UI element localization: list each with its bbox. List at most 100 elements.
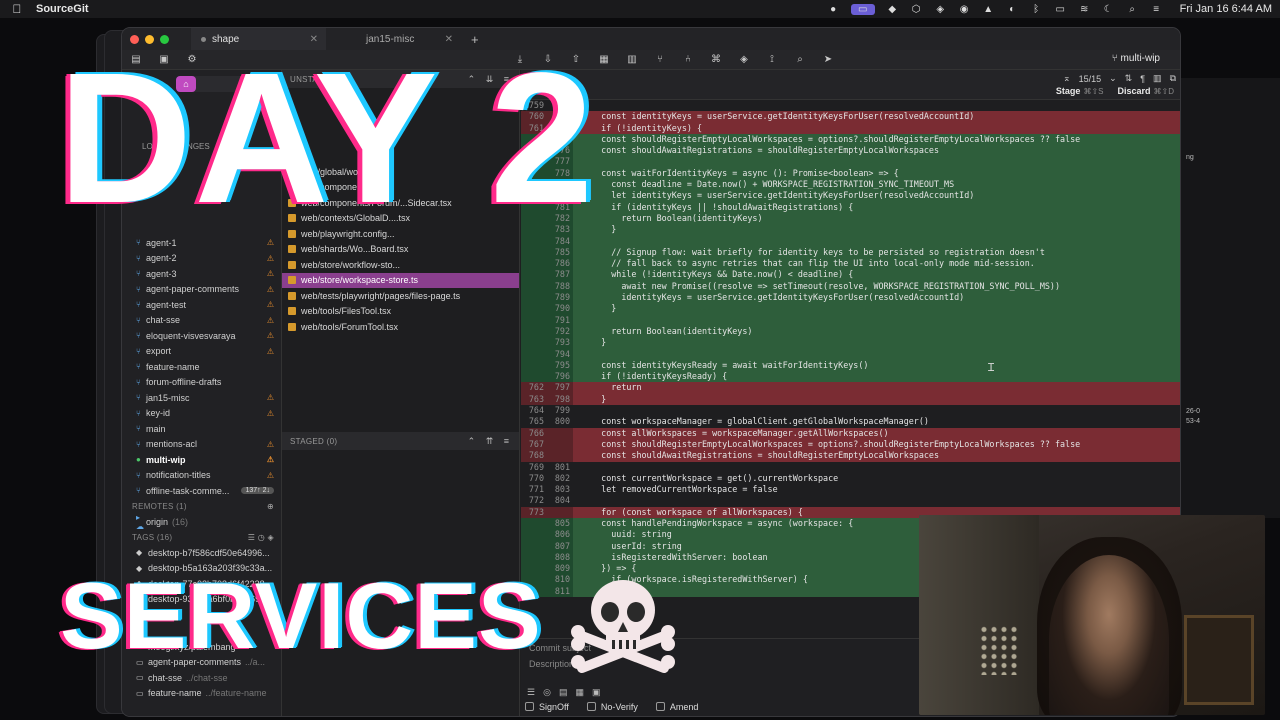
- diff-line[interactable]: 775 const shouldRegisterEmptyLocalWorksp…: [521, 133, 1180, 146]
- stage-hunk-button[interactable]: Stage ⌘⇧S: [1056, 86, 1104, 96]
- diff-line[interactable]: 770 802 const currentWorkspace = get().cu…: [521, 473, 1180, 484]
- branch-item[interactable]: ⑂ chat-sse ⚠: [122, 313, 282, 329]
- tag-controls-icon[interactable]: ☰ ◷ ◈: [248, 533, 274, 542]
- control-center-icon[interactable]: ≡: [1150, 4, 1163, 15]
- sync-scroll-icon[interactable]: ⇅: [1125, 73, 1133, 84]
- diff-line[interactable]: 794: [521, 348, 1180, 360]
- branch-item[interactable]: ● multi-wip ⚠: [122, 452, 282, 468]
- stash-icon[interactable]: ▦: [598, 54, 610, 66]
- diff-line[interactable]: 767 const shouldRegisterEmptyLocalWorksp…: [521, 438, 1180, 451]
- diff-line[interactable]: 793 }: [521, 337, 1180, 349]
- branch-item[interactable]: ⑂ agent-test ⚠: [122, 297, 282, 313]
- status-icon[interactable]: ▲: [982, 4, 995, 15]
- diff-line[interactable]: 780 let identityKeys = userService.getId…: [521, 190, 1180, 202]
- branch-item[interactable]: ⑂ key-id ⚠: [122, 406, 282, 422]
- diff-line[interactable]: 788 await new Promise((resolve => setTim…: [521, 280, 1180, 293]
- diff-line[interactable]: 759: [521, 100, 1180, 111]
- status-icon[interactable]: ●: [827, 4, 840, 15]
- apple-icon[interactable]: : [8, 2, 26, 16]
- search-icon[interactable]: ⌕: [1126, 4, 1139, 15]
- branch-item[interactable]: ⑂ offline-task-comme... 137↑ 2↓: [122, 483, 282, 499]
- file-item[interactable]: web/tests/playwright/pages/files-page.ts: [282, 288, 519, 304]
- status-icon[interactable]: ◆: [886, 4, 899, 15]
- file-item[interactable]: web/tools/FilesTool.tsx: [282, 304, 519, 320]
- diff-line[interactable]: 766 const allWorkspaces = workspaceManag…: [521, 427, 1180, 439]
- tag-item[interactable]: ◆ desktop-b7f586cdf50e64996...: [122, 545, 282, 561]
- remote-item[interactable]: ▸☁ origin (16): [122, 513, 282, 531]
- battery-icon[interactable]: ▭: [1054, 4, 1067, 15]
- branch-item[interactable]: ⑂ forum-offline-drafts: [122, 375, 282, 391]
- history-icon[interactable]: ▦: [575, 687, 584, 698]
- screen-share-icon[interactable]: ▭: [850, 3, 875, 15]
- bluetooth-icon[interactable]: ᛒ: [1030, 4, 1043, 15]
- diff-line[interactable]: 772 804: [521, 495, 1180, 506]
- branch-item[interactable]: ⑂ jan15-misc ⚠: [122, 390, 282, 406]
- amend-checkbox[interactable]: Amend: [655, 702, 698, 712]
- file-item[interactable]: web/store/workflow-sto...: [282, 257, 519, 273]
- branch-item[interactable]: ⑂ main: [122, 421, 282, 437]
- side-by-side-icon[interactable]: ▥: [1153, 73, 1162, 84]
- branch-item[interactable]: ⑂ agent-3 ⚠: [122, 266, 282, 282]
- diff-line[interactable]: 790 }: [521, 303, 1180, 315]
- template-icon[interactable]: ▤: [559, 687, 568, 698]
- remotes-header[interactable]: REMOTES (1) ⊕: [122, 499, 282, 515]
- status-icon[interactable]: ◉: [958, 4, 971, 15]
- status-icon[interactable]: ◐: [1006, 4, 1019, 15]
- diff-line[interactable]: 761 if (!identityKeys) {: [521, 122, 1180, 134]
- signoff-checkbox[interactable]: SignOff: [525, 702, 569, 712]
- send-icon[interactable]: ➤: [822, 54, 834, 66]
- git-flow-icon[interactable]: ⟟: [766, 54, 778, 66]
- file-item[interactable]: web/tools/ForumTool.tsx: [282, 319, 519, 335]
- branch-icon[interactable]: ⑂: [654, 54, 666, 66]
- diff-line[interactable]: 777: [521, 156, 1180, 168]
- status-icon[interactable]: ◈: [934, 4, 947, 15]
- diff-line[interactable]: 769 801: [521, 462, 1180, 473]
- next-change-icon[interactable]: ⌄: [1109, 73, 1117, 84]
- branch-item[interactable]: ⑂ agent-paper-comments ⚠: [122, 282, 282, 298]
- branch-item[interactable]: ⑂ agent-2 ⚠: [122, 251, 282, 267]
- diff-line[interactable]: 765 800 const workspaceManager = globalCl…: [521, 416, 1180, 427]
- current-branch-label[interactable]: ⑂ multi-wip: [1112, 53, 1160, 64]
- lock-icon[interactable]: ▣: [592, 687, 601, 698]
- branch-item[interactable]: ⑂ mentions-acl ⚠: [122, 437, 282, 453]
- diff-line[interactable]: 784: [521, 235, 1180, 247]
- merge-icon[interactable]: ⑃: [682, 54, 694, 66]
- add-remote-icon[interactable]: ⊕: [267, 502, 274, 511]
- diff-line[interactable]: 768 const shouldAwaitRegistrations = sho…: [521, 450, 1180, 462]
- diff-line[interactable]: 787 while (!identityKeys && Date.now() <…: [521, 269, 1180, 281]
- apply-icon[interactable]: ▥: [626, 54, 638, 66]
- diff-line[interactable]: 789 identityKeys = userService.getIdenti…: [521, 292, 1180, 304]
- menubar-clock[interactable]: Fri Jan 16 6:44 AM: [1180, 3, 1272, 15]
- branch-item[interactable]: ⑂ notification-titles ⚠: [122, 468, 282, 484]
- diff-line[interactable]: 786 // fall back to async retries that c…: [521, 258, 1180, 270]
- ai-assist-icon[interactable]: ◎: [543, 687, 551, 698]
- file-item[interactable]: web/store/workspace-store.ts: [282, 272, 519, 288]
- branch-item[interactable]: ⑂ eloquent-visvesvaraya ⚠: [122, 328, 282, 344]
- diff-line[interactable]: 796 if (!identityKeysReady) {: [521, 371, 1180, 383]
- diff-line[interactable]: 783 }: [521, 224, 1180, 236]
- diff-line[interactable]: 779 const deadline = Date.now() + WORKSP…: [521, 179, 1180, 191]
- branch-item[interactable]: ⑂ feature-name: [122, 359, 282, 375]
- diff-line[interactable]: 781 if (identityKeys || !shouldAwaitRegi…: [521, 201, 1180, 213]
- wifi-icon[interactable]: ≋: [1078, 4, 1091, 15]
- worktree-item[interactable]: ▭ chat-sse ../chat-sse: [122, 670, 282, 686]
- file-item[interactable]: web/shards/Wo...Board.tsx: [282, 242, 519, 258]
- worktree-item[interactable]: ▭ feature-name ../feature-name: [122, 686, 282, 702]
- tag-icon[interactable]: ⌘: [710, 54, 722, 66]
- package-icon[interactable]: ◈: [738, 54, 750, 66]
- diff-line[interactable]: 782 return Boolean(identityKeys): [521, 212, 1180, 225]
- diff-line[interactable]: 763 798 }: [521, 393, 1180, 406]
- tags-header[interactable]: TAGS (16) ☰ ◷ ◈: [122, 530, 282, 546]
- diff-line[interactable]: 764 799: [521, 405, 1180, 416]
- no-verify-checkbox[interactable]: No-Verify: [586, 702, 638, 712]
- diff-line[interactable]: 771 803 let removedCurrentWorkspace = fal…: [521, 484, 1180, 495]
- diff-line[interactable]: 791: [521, 314, 1180, 326]
- whitespace-icon[interactable]: ¶: [1140, 74, 1145, 84]
- search-commit-icon[interactable]: ⌕: [794, 54, 806, 66]
- staged-controls[interactable]: ⌃ ⇈ ≡: [468, 436, 513, 447]
- diff-line[interactable]: 785 // Signup flow: wait briefly for ide…: [521, 246, 1180, 259]
- diff-line[interactable]: 778 const waitForIdentityKeys = async ()…: [521, 167, 1180, 180]
- diff-line[interactable]: 795 const identityKeysReady = await wait…: [521, 359, 1180, 372]
- conventional-commit-icon[interactable]: ☰: [527, 687, 535, 698]
- discard-hunk-button[interactable]: Discard ⌘⇧D: [1117, 86, 1174, 96]
